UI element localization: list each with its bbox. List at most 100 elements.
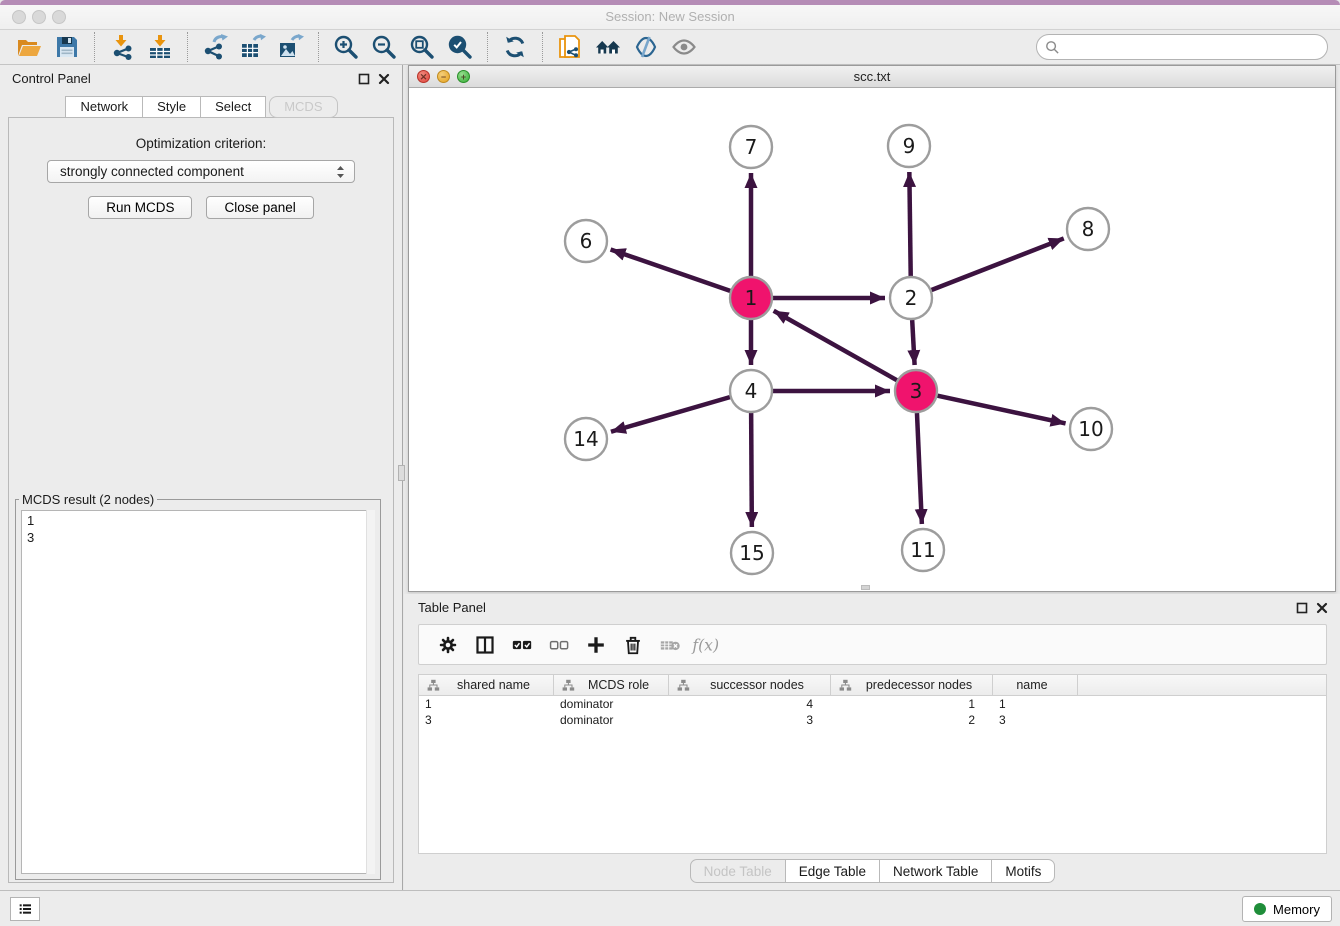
memory-button[interactable]: Memory (1242, 896, 1332, 922)
control-panel-header: Control Panel (0, 65, 402, 93)
tab-network-table[interactable]: Network Table (879, 859, 992, 883)
mcds-result-group: MCDS result (2 nodes) 13 (15, 492, 381, 880)
graph-node-label-10: 10 (1078, 417, 1103, 441)
show-columns-icon (474, 634, 496, 656)
graph-edge-2-9[interactable] (909, 172, 910, 276)
add-column-button[interactable] (577, 629, 614, 661)
import-network-button[interactable] (103, 32, 141, 63)
table-row[interactable]: 1dominator411 (419, 696, 1326, 712)
table-panel-tabs: Node TableEdge TableNetwork TableMotifs (404, 859, 1340, 883)
deselect-all-checkboxes-icon (548, 634, 570, 656)
graph-node-label-15: 15 (739, 541, 764, 565)
table-cell[interactable]: 3 (993, 713, 1078, 727)
zoom-fit-button[interactable] (403, 32, 441, 63)
tab-mcds[interactable]: MCDS (269, 96, 337, 118)
optimization-criterion-select[interactable]: strongly connected component (47, 160, 355, 183)
column-header-name[interactable]: name (993, 675, 1078, 695)
tab-edge-table[interactable]: Edge Table (785, 859, 880, 883)
deselect-all-checkboxes-button[interactable] (540, 629, 577, 661)
zoom-in-icon (333, 34, 359, 60)
graph-edge-2-3[interactable] (912, 320, 914, 365)
graph-edge-3-11[interactable] (917, 413, 922, 524)
import-network-icon (109, 34, 135, 60)
tab-style[interactable]: Style (142, 96, 201, 118)
table-row[interactable]: 3dominator323 (419, 712, 1326, 728)
column-header-label: MCDS role (575, 678, 668, 692)
task-history-button[interactable] (10, 897, 40, 921)
search-input[interactable] (1066, 39, 1319, 56)
table-cell[interactable]: 1 (419, 697, 554, 711)
home-button[interactable] (589, 32, 627, 63)
graph-edge-3-10[interactable] (937, 396, 1065, 424)
graph-edge-4-15[interactable] (751, 413, 752, 527)
zoom-selected-button[interactable] (441, 32, 479, 63)
run-mcds-button[interactable]: Run MCDS (88, 196, 192, 219)
graph-edge-4-14[interactable] (611, 397, 730, 432)
graph-edge-3-1[interactable] (774, 311, 897, 380)
column-header-MCDS-role[interactable]: MCDS role (554, 675, 669, 695)
tab-network[interactable]: Network (65, 96, 143, 118)
table-cell[interactable]: 2 (831, 713, 993, 727)
column-header-shared-name[interactable]: shared name (419, 675, 554, 695)
node-table[interactable]: shared name MCDS rolesuccessor nodesprede… (418, 674, 1327, 854)
tab-select[interactable]: Select (200, 96, 266, 118)
network-canvas[interactable]: 7968124314101511 (409, 88, 1335, 591)
network-minimize-button[interactable]: − (437, 70, 450, 83)
float-table-panel-icon[interactable] (1296, 602, 1308, 614)
table-cell[interactable]: 3 (419, 713, 554, 727)
close-table-panel-icon[interactable] (1316, 602, 1328, 614)
delete-column-button[interactable] (614, 629, 651, 661)
app-title: Session: New Session (0, 9, 1340, 24)
table-settings-button[interactable] (429, 629, 466, 661)
panel-splitter-handle[interactable] (398, 465, 405, 481)
export-network-button[interactable] (196, 32, 234, 63)
tab-motifs[interactable]: Motifs (991, 859, 1055, 883)
import-table-button[interactable] (141, 32, 179, 63)
column-header-successor-nodes[interactable]: successor nodes (669, 675, 831, 695)
column-header-predecessor-nodes[interactable]: predecessor nodes (831, 675, 993, 695)
table-body: 1dominator4113dominator323 (419, 696, 1326, 728)
close-panel-icon[interactable] (378, 73, 390, 85)
table-cell[interactable]: 3 (669, 713, 831, 727)
graph-edge-1-6[interactable] (611, 249, 731, 290)
table-cell[interactable]: dominator (554, 713, 669, 727)
float-panel-icon[interactable] (358, 73, 370, 85)
table-cell[interactable]: 4 (669, 697, 831, 711)
new-network-from-file-button[interactable] (551, 32, 589, 63)
home-icon (595, 34, 621, 60)
main-toolbar-groups (10, 32, 703, 63)
table-cell[interactable]: 1 (831, 697, 993, 711)
mcds-result-title: MCDS result (2 nodes) (19, 492, 157, 507)
close-panel-button[interactable]: Close panel (206, 196, 313, 219)
hide-panels-icon (633, 34, 659, 60)
mcds-result-list[interactable]: 13 (21, 510, 375, 874)
refresh-network-button[interactable] (496, 32, 534, 63)
graph-edge-2-8[interactable] (931, 238, 1063, 290)
table-cell[interactable]: 1 (993, 697, 1078, 711)
column-header-label: shared name (440, 678, 553, 692)
select-all-checkboxes-button[interactable] (503, 629, 540, 661)
network-zoom-button[interactable]: + (457, 70, 470, 83)
result-scrollbar[interactable] (366, 510, 375, 874)
save-session-button[interactable] (48, 32, 86, 63)
canvas-scroll-handle[interactable] (861, 585, 870, 590)
export-table-button[interactable] (234, 32, 272, 63)
tab-node-table[interactable]: Node Table (690, 859, 786, 883)
network-close-button[interactable]: ✕ (417, 70, 430, 83)
network-traffic-lights: ✕ − + (417, 70, 470, 83)
export-image-button[interactable] (272, 32, 310, 63)
open-file-button[interactable] (10, 32, 48, 63)
show-panels-button[interactable] (665, 32, 703, 63)
import-table-icon (147, 34, 173, 60)
table-cell[interactable]: dominator (554, 697, 669, 711)
search-box[interactable] (1036, 34, 1328, 60)
zoom-selected-icon (447, 34, 473, 60)
zoom-out-icon (371, 34, 397, 60)
hide-panels-button[interactable] (627, 32, 665, 63)
table-toolbar: f(x) (418, 624, 1327, 665)
zoom-in-button[interactable] (327, 32, 365, 63)
zoom-out-button[interactable] (365, 32, 403, 63)
export-table-icon (240, 34, 266, 60)
show-columns-button[interactable] (466, 629, 503, 661)
network-window-titlebar[interactable]: ✕ − + scc.txt (409, 66, 1335, 88)
